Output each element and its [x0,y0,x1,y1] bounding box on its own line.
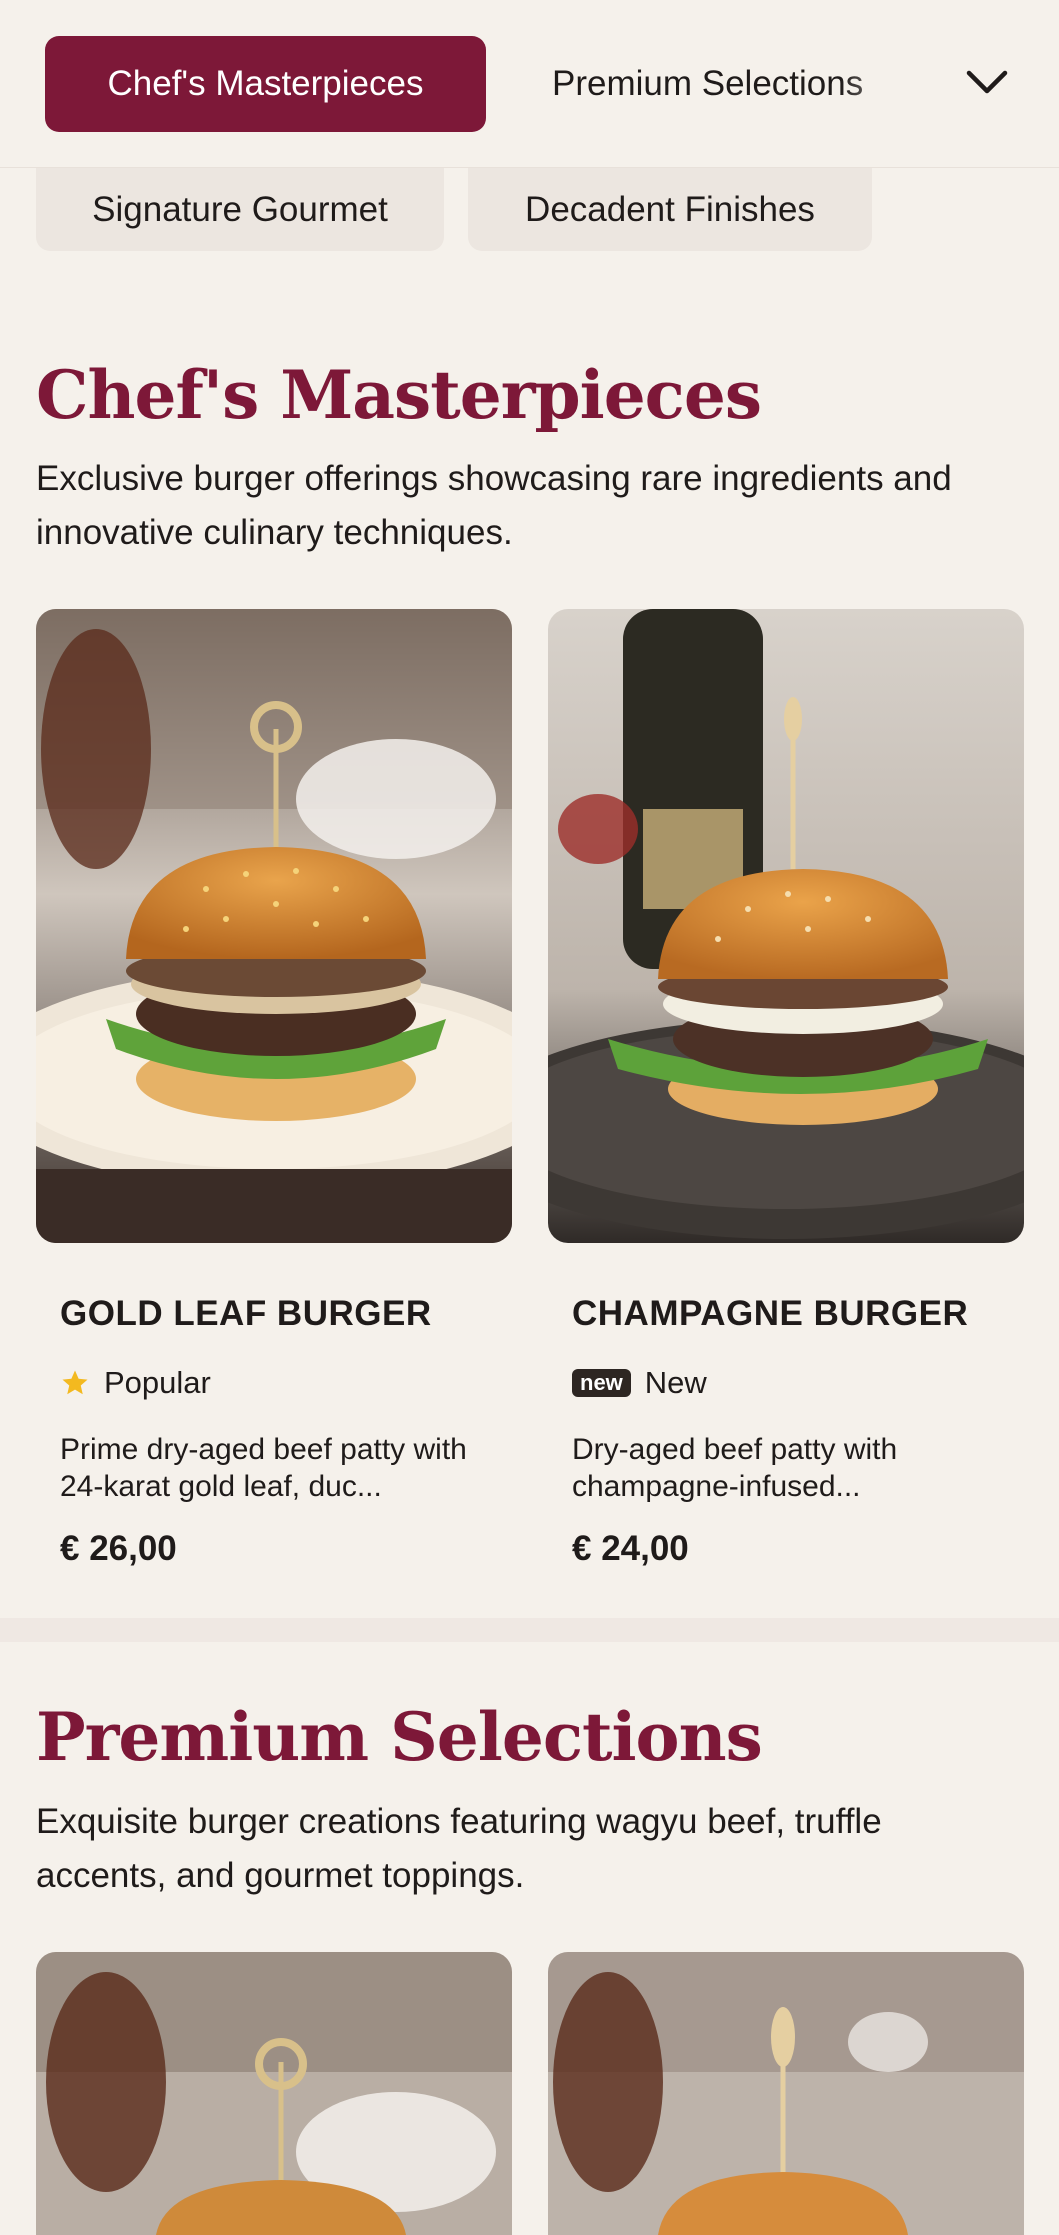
burger-image [548,1952,1024,2235]
item-name: GOLD LEAF BURGER [60,1294,432,1333]
badge-label: Popular [104,1365,211,1400]
star-icon [62,1370,88,1395]
item-price: € 24,00 [572,1529,689,1568]
menu-item-card[interactable] [36,1952,512,2235]
menu-item-card[interactable]: CHAMPAGNE BURGER new New Dry-aged beef p… [548,609,1024,1589]
section-divider [0,1618,1059,1642]
item-price: € 26,00 [60,1529,177,1568]
new-tag-icon: new [572,1369,631,1397]
scroll-fade [840,30,960,138]
item-description: Prime dry-aged beef patty with 24-karat … [60,1433,467,1503]
burger-image [36,1952,512,2235]
popular-badge: Popular [60,1364,211,1402]
champagne-burger-image [548,609,1024,1243]
item-name: CHAMPAGNE BURGER [572,1294,969,1333]
category-tab-decadent-finishes[interactable]: Decadent Finishes [468,168,872,251]
section-title: Premium Selections [36,1698,763,1776]
new-badge: new New [572,1364,707,1402]
item-description: Dry-aged beef patty with champagne-infus… [572,1433,898,1503]
section-description: Exclusive burger offerings showcasing ra… [36,459,952,552]
category-tab-signature-gourmet[interactable]: Signature Gourmet [36,168,444,251]
menu-item-card[interactable]: GOLD LEAF BURGER Popular Prime dry-aged … [36,609,512,1589]
chevron-down-icon[interactable] [956,50,1018,116]
menu-item-card[interactable] [548,1952,1024,2235]
section-description: Exquisite burger creations featuring wag… [36,1802,882,1895]
section-title: Chef's Masterpieces [36,356,762,434]
category-tab-chefs-masterpieces[interactable]: Chef's Masterpieces [45,36,486,132]
gold-leaf-burger-image [36,609,512,1243]
badge-label: New [644,1365,707,1400]
category-nav: Chef's Masterpieces Premium Selections [0,0,1059,168]
